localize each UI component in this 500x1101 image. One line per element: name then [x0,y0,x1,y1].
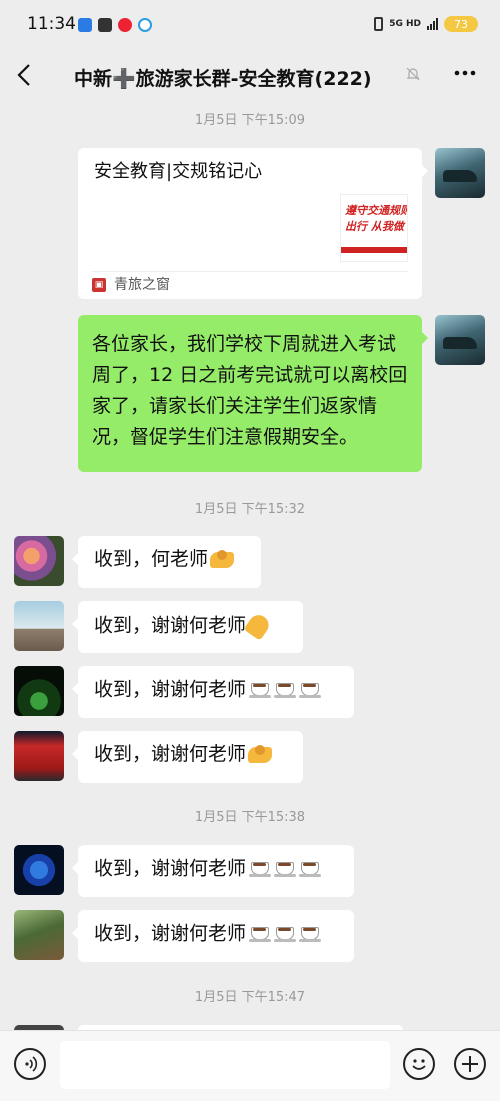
message-timestamp: 1月5日 下午15:47 [194,990,306,1005]
chat-header: 中新➕旅游家长群-安全教育(222) [0,48,500,104]
mute-indicator [405,66,421,86]
coffee-emoji-icon [249,924,272,944]
coffee-emoji-icon [299,859,322,879]
vibrate-icon [374,17,384,31]
avatar-member[interactable] [14,666,64,716]
coffee-emoji-icon [274,859,297,879]
clap-emoji-icon [243,611,273,641]
chevron-left-icon [17,64,30,86]
message-timestamp: 1月5日 下午15:09 [194,113,306,128]
battery-icon: 73 [444,16,478,32]
message-bubble[interactable]: 收到，何老师 [72,536,261,588]
status-time: 11:34 [27,14,76,34]
app-notification-icon [78,18,92,32]
message-text: 收到，谢谢何老师 [94,614,247,637]
message-bubble[interactable]: 收到，谢谢何老师 [72,910,354,962]
more-dots-icon [454,70,476,76]
message-text: 收到，谢谢何老师 [94,857,247,880]
input-bar [0,1030,500,1101]
handshake-emoji-icon [248,744,273,763]
bell-off-icon [406,67,420,81]
app-notification-icon [138,18,152,32]
link-card-source: 青旅之窗 [114,277,170,293]
coffee-emoji-icon [249,680,272,700]
app-notification-icon [98,18,112,32]
message-bubble[interactable]: 收到，谢谢何老师 [72,601,303,653]
signal-icon [427,18,438,30]
coffee-emoji-icon [299,680,322,700]
message-text: 收到，谢谢何老师 [94,743,247,765]
back-button[interactable] [10,60,40,90]
coffee-emoji-icon [249,859,272,879]
message-bubble[interactable]: 收到，谢谢何老师 [72,666,354,718]
message-text: 收到，何老师 [94,548,209,570]
more-button[interactable] [452,60,478,92]
status-indicators: 5G HD 73 [374,14,478,34]
chat-title[interactable]: 中新➕旅游家长群-安全教育(222) [74,64,372,91]
avatar-self[interactable] [435,315,485,365]
status-bar: 11:34 5G HD 73 [0,0,500,48]
message-text: 各位家长，我们学校下周就进入考试周了，12 日之前考完试就可以离校回家了，请家长… [92,333,408,448]
message-bubble[interactable]: 收到，谢谢何老师 [72,731,303,783]
network-label: 5G HD [389,18,421,29]
message-text: 收到，谢谢何老师 [94,922,247,945]
coffee-emoji-icon [274,680,297,700]
divider [92,271,408,272]
app-notification-icon [118,18,132,32]
voice-icon [25,1056,38,1072]
source-logo-icon: ▣ [92,278,106,292]
avatar-self[interactable] [435,148,485,198]
emoji-icon [412,1059,426,1070]
coffee-emoji-icon [299,924,322,944]
coffee-emoji-icon [274,924,297,944]
message-timestamp: 1月5日 下午15:38 [194,810,306,825]
avatar-member[interactable] [14,536,64,586]
thumb-text: 出行 从我做 [345,220,404,233]
link-card-title: 安全教育|交规铭记心 [94,161,263,182]
message-input[interactable] [60,1041,390,1089]
avatar-member[interactable] [14,910,64,960]
avatar-member[interactable] [14,731,64,781]
plus-button[interactable] [454,1048,486,1080]
message-bubble[interactable]: 收到，谢谢何老师 [72,845,354,897]
voice-button[interactable] [14,1048,46,1080]
plus-icon [462,1056,478,1072]
emoji-button[interactable] [403,1048,435,1080]
link-card-thumbnail: 遵守交通规则 出行 从我做 [340,194,408,262]
avatar-member[interactable] [14,601,64,651]
self-message-bubble[interactable]: 各位家长，我们学校下周就进入考试周了，12 日之前考完试就可以离校回家了，请家长… [78,315,428,472]
avatar-member[interactable] [14,845,64,895]
link-card-message[interactable]: 安全教育|交规铭记心 遵守交通规则 出行 从我做 ▣ 青旅之窗 [78,148,428,299]
message-text: 收到，谢谢何老师 [94,678,247,701]
message-timestamp: 1月5日 下午15:32 [194,502,306,517]
thumb-band [341,247,407,253]
handshake-emoji-icon [210,549,235,568]
